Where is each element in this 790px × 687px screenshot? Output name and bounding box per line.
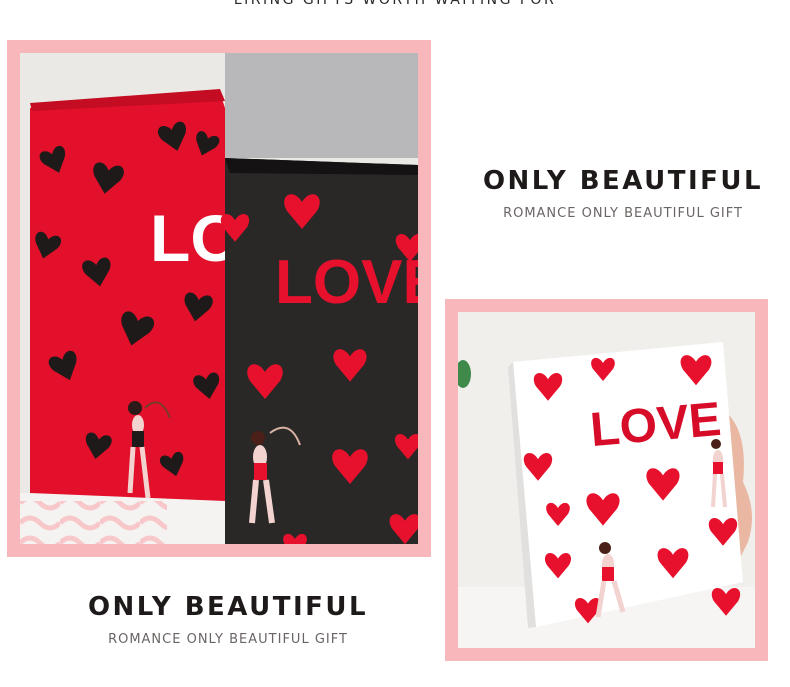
- wave-decoration: [20, 501, 167, 544]
- photo-frame-right: LOVE: [445, 299, 768, 661]
- product-photo-left: LOV LOVE: [20, 53, 418, 544]
- white-box-lettering: LOVE: [588, 393, 723, 457]
- product-photo-right: LOVE: [458, 312, 755, 648]
- black-box-lettering: LOVE: [275, 248, 418, 317]
- gift-boxes-illustration: LOV LOVE: [20, 53, 418, 544]
- feature-subtitle-left: ROMANCE ONLY BEAUTIFUL GIFT: [108, 632, 348, 647]
- photo-frame-left: LOV LOVE: [7, 40, 431, 557]
- top-tagline: LIRING GIFTS WORTH WAITING FOR: [233, 0, 557, 8]
- feature-subtitle-right: ROMANCE ONLY BEAUTIFUL GIFT: [503, 206, 743, 221]
- white-gift-box-illustration: LOVE: [458, 312, 755, 648]
- feature-heading-left: ONLY BEAUTIFUL: [87, 592, 369, 622]
- feature-heading-right: ONLY BEAUTIFUL: [482, 166, 764, 196]
